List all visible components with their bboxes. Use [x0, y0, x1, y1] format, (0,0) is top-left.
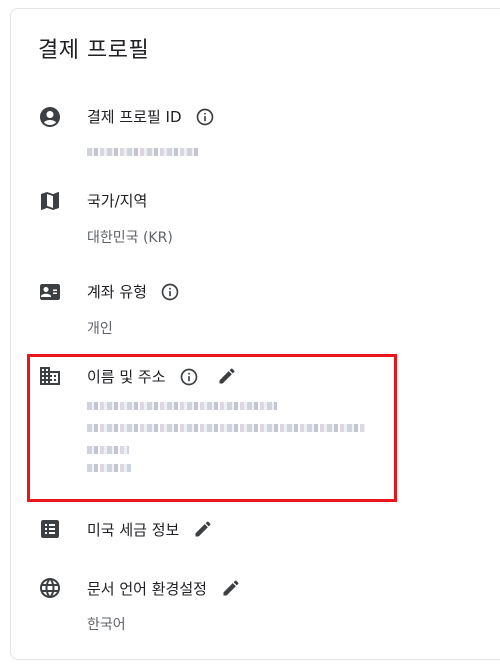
name-address-label-group: 이름 및 주소: [87, 366, 239, 388]
us-tax-label: 미국 세금 정보: [87, 521, 180, 539]
info-icon[interactable]: [160, 282, 180, 302]
us-tax-label-group: 미국 세금 정보: [87, 519, 215, 541]
info-icon[interactable]: [195, 107, 215, 127]
doc-language-value: 한국어: [87, 617, 126, 633]
edit-pencil-icon[interactable]: [221, 578, 243, 600]
account-type-label: 계좌 유형: [87, 283, 147, 301]
map-icon: [38, 189, 62, 213]
name-address-label: 이름 및 주소: [87, 368, 166, 386]
doc-language-label-group: 문서 언어 환경설정: [87, 578, 243, 600]
profile-id-label: 결제 프로필 ID: [87, 108, 182, 126]
card-title: 결제 프로필: [38, 38, 150, 63]
account-circle-icon: [38, 105, 62, 129]
info-icon[interactable]: [179, 367, 199, 387]
country-value: 대한민국 (KR): [87, 230, 173, 246]
address-line: [87, 464, 131, 472]
address-line: [87, 446, 129, 454]
profile-id-label-group: 결제 프로필 ID: [87, 107, 215, 127]
list-alt-icon: [38, 517, 62, 541]
contact-card-icon: [38, 280, 62, 304]
address-line: [87, 424, 365, 432]
country-label: 국가/지역: [87, 192, 148, 210]
doc-language-label: 문서 언어 환경설정: [87, 580, 207, 598]
address-line: [87, 402, 277, 410]
globe-icon: [38, 576, 62, 600]
edit-pencil-icon[interactable]: [193, 519, 215, 541]
edit-pencil-icon[interactable]: [217, 366, 239, 388]
account-type-label-group: 계좌 유형: [87, 282, 180, 302]
profile-id-value: [87, 148, 199, 156]
country-label-group: 국가/지역: [87, 191, 147, 211]
building-icon: [38, 364, 62, 388]
account-type-value: 개인: [87, 321, 113, 337]
billing-profile-card: [10, 8, 500, 660]
